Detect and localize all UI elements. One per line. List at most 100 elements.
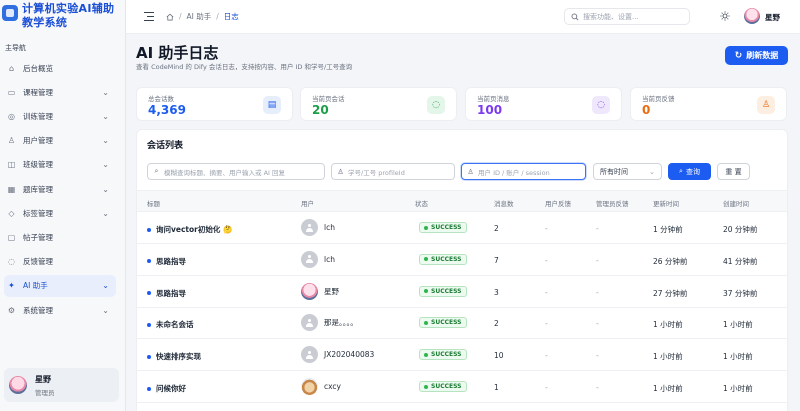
session-title-text: 询问vector初始化 🤔 — [156, 225, 233, 234]
user-name: 星野 — [324, 286, 339, 296]
sidebar-item-1[interactable]: ▭ 课程管理 ⌄ — [4, 81, 116, 103]
sidebar-item-label: 系统管理 — [23, 305, 53, 315]
avatar — [301, 282, 318, 300]
user-name: lch — [324, 254, 335, 264]
session-title[interactable]: 思路指导 — [147, 256, 186, 267]
column-header-user[interactable]: 用户 — [301, 198, 314, 208]
avatar — [301, 346, 318, 364]
unread-dot — [147, 259, 151, 264]
sidebar-item-10[interactable]: ⚙ 系统管理 ⌄ — [4, 299, 116, 321]
sidebar: 计算机实验AI辅助教学系统 主导航 ⌂ 后台概览 ▭ 课程管理 ⌄ ◎ 训练管理 ⌄ ♙ 用户管理… — [0, 0, 126, 411]
stat-label: 当前页消息 — [477, 95, 510, 103]
session-title-text: 问候你好 — [156, 384, 186, 393]
search-input[interactable]: 搜索功能、设置... — [564, 8, 690, 25]
avatar — [9, 376, 27, 394]
message-count: 1 — [494, 383, 499, 392]
reset-button[interactable]: 重 置 — [717, 163, 750, 180]
column-header-status[interactable]: 状态 — [415, 198, 428, 208]
message-count: 2 — [494, 319, 499, 329]
table-row[interactable]: 思路指导 lch SUCCESS 7 - - 26 分钟前 41 分钟前 — [137, 244, 787, 276]
person-icon: ♙ — [757, 96, 775, 114]
topbar-user-name[interactable]: 星野 — [765, 12, 780, 23]
chevron-down-icon: ⌄ — [102, 305, 109, 315]
feedback-icon: ◌ — [8, 257, 15, 267]
keyword-search-input[interactable]: ⌕ 模糊查询标题、摘要、用户输入或 AI 回复 — [147, 163, 325, 180]
student-id-input[interactable]: ♙ 学号/工号 profileId — [331, 163, 455, 180]
sidebar-item-label: 训练管理 — [23, 111, 53, 121]
table-row[interactable]: 问候你好 cxcy SUCCESS 1 - - 1 小时前 1 小时前 — [137, 371, 787, 403]
table-row[interactable]: 思路指导 星野 SUCCESS 3 - - 27 分钟前 37 分钟前 — [137, 276, 787, 308]
brand[interactable]: 计算机实验AI辅助教学系统 — [0, 0, 125, 34]
sidebar-item-label: 帖子管理 — [23, 232, 53, 242]
status-text: SUCCESS — [431, 224, 462, 231]
sidebar-item-label: 标签管理 — [23, 208, 53, 218]
table-row[interactable]: 询问vector初始化 🤔 lch SUCCESS 2 - - 1 分钟前 20 分钟前 — [137, 212, 787, 244]
session-title[interactable]: 询问vector初始化 🤔 — [147, 224, 232, 235]
updated-time: 1 小时前 — [653, 352, 683, 362]
sidebar-item-2[interactable]: ◎ 训练管理 ⌄ — [4, 105, 116, 127]
admin-feedback: - — [596, 287, 599, 297]
user-id-input[interactable]: ♙ 用户 ID / 账户 / session — [461, 163, 586, 180]
sidebar-item-9[interactable]: ✦ AI 助手 ⌄ — [4, 274, 116, 297]
sidebar-toggle-icon[interactable] — [142, 11, 154, 22]
status-dot — [424, 384, 428, 389]
message-icon: ◌ — [592, 96, 610, 114]
status-badge: SUCCESS — [419, 317, 468, 329]
keyword-placeholder: 模糊查询标题、摘要、用户输入或 AI 回复 — [164, 168, 285, 177]
search-placeholder: 搜索功能、设置... — [583, 12, 639, 21]
student-id-placeholder: 学号/工号 profileId — [348, 168, 405, 177]
column-header-created[interactable]: 创建时间 — [723, 198, 749, 208]
sidebar-item-5[interactable]: ▦ 题库管理 ⌄ — [4, 178, 116, 200]
user-feedback: - — [545, 224, 548, 233]
theme-toggle-sun-icon[interactable] — [720, 11, 730, 21]
chevron-down-icon: ⌄ — [649, 167, 655, 176]
column-header-messages[interactable]: 消息数 — [494, 198, 514, 208]
panel-title: 会话列表 — [147, 141, 184, 151]
user-name: JX202040083 — [324, 350, 375, 360]
avatar[interactable] — [744, 8, 760, 24]
sidebar-user-card[interactable]: 星野 管理员 — [4, 368, 119, 402]
user-icon — [306, 223, 313, 232]
session-title[interactable]: 思路指导 — [147, 288, 186, 299]
user-feedback: - — [545, 383, 548, 392]
chevron-down-icon: ⌄ — [102, 281, 109, 291]
time-range-select[interactable]: 所有时间 ⌄ — [593, 163, 662, 180]
session-title[interactable]: 快速排序实现 — [147, 351, 201, 362]
refresh-button[interactable]: ↻ 刷新数据 — [725, 46, 788, 65]
status-text: SUCCESS — [431, 351, 462, 359]
query-label: 查询 — [685, 167, 700, 176]
time-range-value: 所有时间 — [600, 167, 628, 176]
sidebar-item-label: 后台概览 — [23, 63, 53, 73]
sidebar-item-label: 题库管理 — [23, 184, 53, 194]
sidebar-item-label: 反馈管理 — [23, 257, 53, 267]
user-id-placeholder: 用户 ID / 账户 / session — [478, 168, 550, 177]
column-header-updated[interactable]: 更新时间 — [653, 198, 679, 208]
session-title[interactable]: 问候你好 — [147, 383, 186, 394]
status-dot — [424, 289, 428, 294]
status-badge: SUCCESS — [419, 285, 468, 297]
query-button[interactable]: ⌕ 查询 — [668, 163, 711, 180]
sidebar-item-3[interactable]: ♙ 用户管理 ⌄ — [4, 130, 116, 152]
sidebar-item-8[interactable]: ◌ 反馈管理 — [4, 251, 116, 273]
session-title[interactable]: 未命名会话 — [147, 319, 194, 330]
table-row[interactable]: 未命名会话 那是。。。。 SUCCESS 2 - - 1 小时前 1 小时前 — [137, 307, 787, 340]
sidebar-item-6[interactable]: ◇ 标签管理 ⌄ — [4, 202, 116, 224]
breadcrumb-ai-assistant[interactable]: AI 助手 — [187, 11, 212, 22]
sidebar-item-7[interactable]: ▢ 帖子管理 — [4, 226, 116, 248]
user-feedback: - — [545, 287, 548, 297]
user-name: cxcy — [324, 382, 341, 391]
sidebar-item-label: AI 助手 — [23, 281, 48, 291]
column-header-admin-feedback[interactable]: 管理员反馈 — [596, 198, 629, 208]
status-badge: SUCCESS — [419, 222, 468, 233]
updated-time: 1 小时前 — [653, 320, 683, 330]
home-icon[interactable] — [166, 13, 174, 21]
user-icon — [306, 318, 313, 327]
admin-feedback: - — [596, 224, 599, 233]
table-header: 标题 用户 状态 消息数 用户反馈 管理员反馈 更新时间 创建时间 — [137, 190, 787, 212]
sidebar-item-4[interactable]: ◫ 班级管理 ⌄ — [4, 154, 116, 176]
sidebar-item-0[interactable]: ⌂ 后台概览 — [4, 57, 116, 79]
table-row[interactable]: 快速排序实现 JX202040083 SUCCESS 10 - - 1 小时前 1 小时前 — [137, 339, 787, 372]
column-header-user-feedback[interactable]: 用户反馈 — [545, 198, 571, 208]
created-time: 37 分钟前 — [723, 288, 758, 298]
column-header-title[interactable]: 标题 — [147, 198, 160, 208]
